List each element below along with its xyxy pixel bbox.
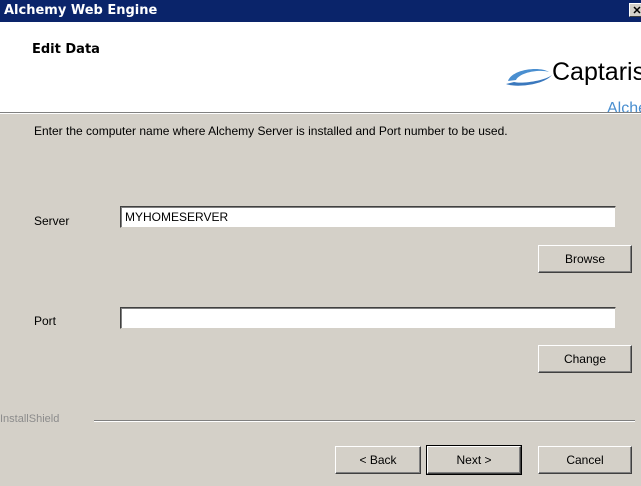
port-label: Port: [34, 314, 57, 328]
page-title: Edit Data: [32, 42, 100, 57]
logo-brand: Captaris: [552, 58, 641, 86]
captaris-logo: Captaris Alchemy: [500, 44, 641, 117]
port-input[interactable]: [120, 307, 616, 329]
close-icon[interactable]: ✕: [629, 3, 641, 17]
cancel-button[interactable]: Cancel: [538, 446, 632, 474]
footer-divider: [94, 420, 635, 422]
title-bar: Alchemy Web Engine ✕: [0, 0, 641, 22]
dialog-header: Edit Data Captaris Alchemy: [0, 22, 641, 117]
next-button[interactable]: Next >: [426, 445, 522, 475]
header-divider: [0, 112, 641, 114]
instructions-text: Enter the computer name where Alchemy Se…: [34, 124, 508, 138]
server-label: Server: [34, 214, 70, 228]
logo-swoosh-icon: [506, 69, 552, 86]
logo-product: Alchemy: [607, 100, 641, 117]
installshield-label: InstallShield: [0, 413, 60, 425]
dialog-window: Alchemy Web Engine ✕ Edit Data Captaris …: [0, 0, 641, 486]
server-input[interactable]: [120, 206, 616, 228]
back-button[interactable]: < Back: [335, 446, 421, 474]
window-title: Alchemy Web Engine: [4, 3, 158, 18]
change-button[interactable]: Change: [538, 345, 632, 373]
browse-button[interactable]: Browse: [538, 245, 632, 273]
